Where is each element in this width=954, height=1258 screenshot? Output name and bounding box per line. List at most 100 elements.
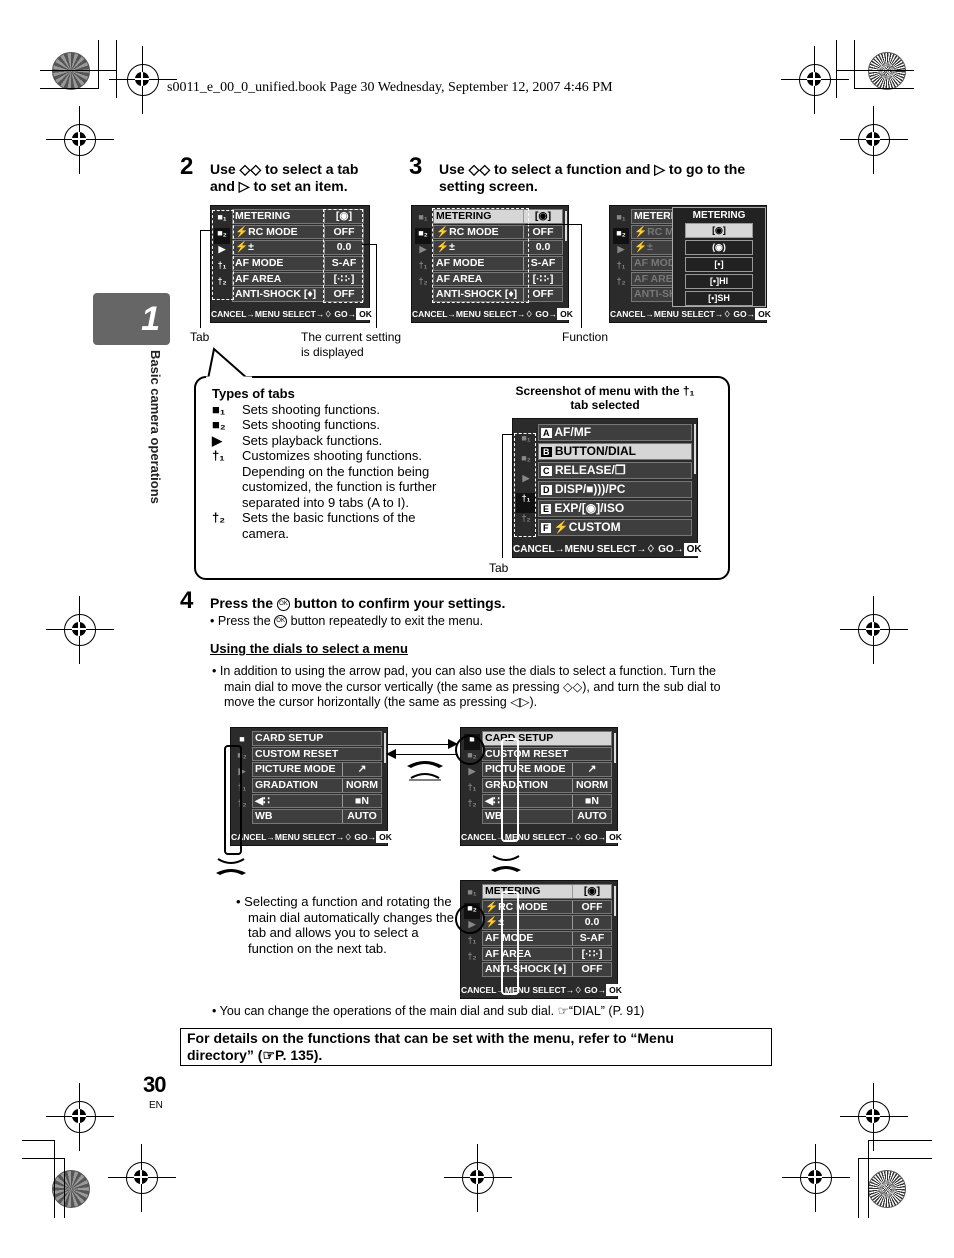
tab-type-item: ■₁ Sets shooting functions. [212,402,462,418]
row-label: AF MODE [235,257,284,270]
playback-tab-icon[interactable]: ▶ [415,244,431,260]
row-label: WB [255,810,273,823]
row-value: [◉] [572,885,611,898]
value-highlight-frame [323,209,363,303]
row-label: AF AREA [485,947,532,960]
registration-mark-icon [444,1144,512,1212]
book-file-info: s0011_e_00_0_unified.book Page 30 Wednes… [167,80,613,95]
popup-option[interactable]: (◉) [685,240,753,255]
custom2-tab-icon[interactable]: †₂ [415,276,431,292]
text: move the cursor horizontally (the same a… [224,695,511,709]
menu-row[interactable]: CUSTOM RESET [252,746,382,762]
menu-row[interactable]: GRADATION NORM [252,778,382,793]
metering-menu-screen-bottom: ■₁ ■₂ ▶ †₁ †₂ METERING [◉] ⚡RC MODE OFF ⚡±… [460,880,625,999]
menu-row[interactable]: A AF/MF [538,424,692,441]
scrollbar[interactable] [614,733,616,763]
tab-type-item: †₂ Sets the basic functions of the camera… [212,510,462,541]
go-hint: GO→ [584,985,607,995]
ok-badge: OK [683,543,705,556]
select-hint: SELECT→♢ [532,985,582,995]
menu-row[interactable]: C RELEASE/❐ [538,462,692,479]
crop-mark [64,1158,65,1218]
screen-footer: CANCEL→MENU SELECT→♢ GO→ OK [461,984,625,996]
menu-row[interactable]: D DISP/■)))/PC [538,481,692,498]
custom1-tab-icon[interactable]: †₁ [613,260,629,276]
text: and [210,178,239,194]
main-dial-icon [407,761,443,781]
custom2-tab-icon[interactable]: †₂ [613,276,629,292]
menu-row[interactable]: ◀∷ ■N [252,793,382,809]
select-hint: SELECT→♢ [302,832,352,842]
ok-badge: OK [606,831,625,843]
camera1-tab-icon[interactable]: ■₁ [464,887,480,903]
sub-dial-icon [216,858,246,875]
camera2-tab-icon[interactable]: ■₂ [415,228,431,244]
text: You can change the operations of the mai… [219,1004,558,1018]
sub-dial-icon [491,855,521,872]
popup-option[interactable]: [•] [685,257,753,272]
bubble-pointer [206,347,252,380]
text: P. 135). [275,1047,323,1063]
select-hint: SELECT→♢ [282,309,332,319]
custom1-tab-icon[interactable]: †₁ [464,935,480,951]
go-hint: GO→ [733,309,756,319]
playback-tab-icon[interactable]: ▶ [464,766,480,782]
menu-row[interactable]: PICTURE MODE ↗ [252,762,382,777]
scrollbar[interactable] [565,211,567,241]
dial-note: • You can change the operations of the m… [212,1004,645,1018]
custom2-tab-icon[interactable]: †₂ [464,798,480,814]
camera2-tab-icon[interactable]: ■₂ [613,228,629,244]
row-label: DISP/■)))/PC [554,482,626,496]
right-arrow-icon: ▷ [238,178,250,194]
custom1-tab-icon[interactable]: †₁ [464,782,480,798]
arrow-right [388,744,454,745]
playback-tab-icon: ▶ [212,432,222,448]
crop-mark [116,40,117,98]
row-label: ◀∷ [255,794,270,807]
ok-badge: OK [755,308,774,320]
row-value: ↗ [572,763,611,776]
go-hint: GO→ [535,309,558,319]
menu-row[interactable]: CARD SETUP [252,731,382,746]
custom-tab-badge: F [541,523,551,533]
row-value: AUTO [342,810,381,823]
text: directory” ( [187,1047,263,1063]
scrollbar[interactable] [614,886,616,916]
menu-row[interactable]: E EXP/[◉]/ISO [538,500,692,517]
crop-mark [858,1158,859,1218]
popup-option[interactable]: [◉] [685,223,753,238]
playback-tab-icon[interactable]: ▶ [613,244,629,260]
cancel-hint: CANCEL→MENU [412,309,481,319]
custom1-tab-icon[interactable]: †₁ [415,260,431,276]
cancel-hint: CANCEL→MENU [211,309,280,319]
menu-row-selected[interactable]: B BUTTON/DIAL [538,443,692,460]
custom1-tab-icon: †₁ [212,448,225,463]
row-value: OFF [572,963,611,976]
text: button repeatedly to exit the menu. [287,614,484,628]
menu-row[interactable]: WB AUTO [252,809,382,824]
registration-mark-icon [781,46,849,114]
camera1-tab-icon[interactable]: ■₁ [613,212,629,228]
tab-highlight-frame [514,433,536,537]
camera1-tab-icon[interactable]: ■₁ [415,212,431,228]
scrollbar[interactable] [694,424,696,474]
custom2-tab-icon[interactable]: †₂ [464,951,480,967]
popup-option[interactable]: [•]SH [685,291,753,306]
vertical-cycle-indicator [501,738,519,842]
callout-function-label: Function [562,330,609,344]
text: In addition to using the arrow pad, you … [219,664,717,678]
screen-footer: CANCEL→MENU SELECT→♢ GO→ OK [211,308,375,320]
step-4-bullet: • Press the OK button repeatedly to exit… [210,614,484,629]
camera-menu-screen-3: ■₁ ■₂ ▶ †₁ †₂ METERING ⚡RC MODE ⚡± AF MO… [609,205,774,323]
left-right-arrow-icon: ◁▷ [510,695,530,709]
row-label: ⚡± [485,916,504,929]
reference-icon: ☞ [557,1004,569,1018]
row-value: AUTO [572,810,611,823]
menu-row[interactable]: F ⚡CUSTOM [538,519,692,536]
row-label: ⚡CUSTOM [553,520,621,534]
row-value: [·∷·] [572,947,611,961]
tab-type-description: Sets shooting functions. [242,417,381,432]
row-value: OFF [572,900,611,914]
popup-option[interactable]: [•]HI [685,274,753,289]
cancel-hint: CANCEL→MENU [461,985,530,995]
